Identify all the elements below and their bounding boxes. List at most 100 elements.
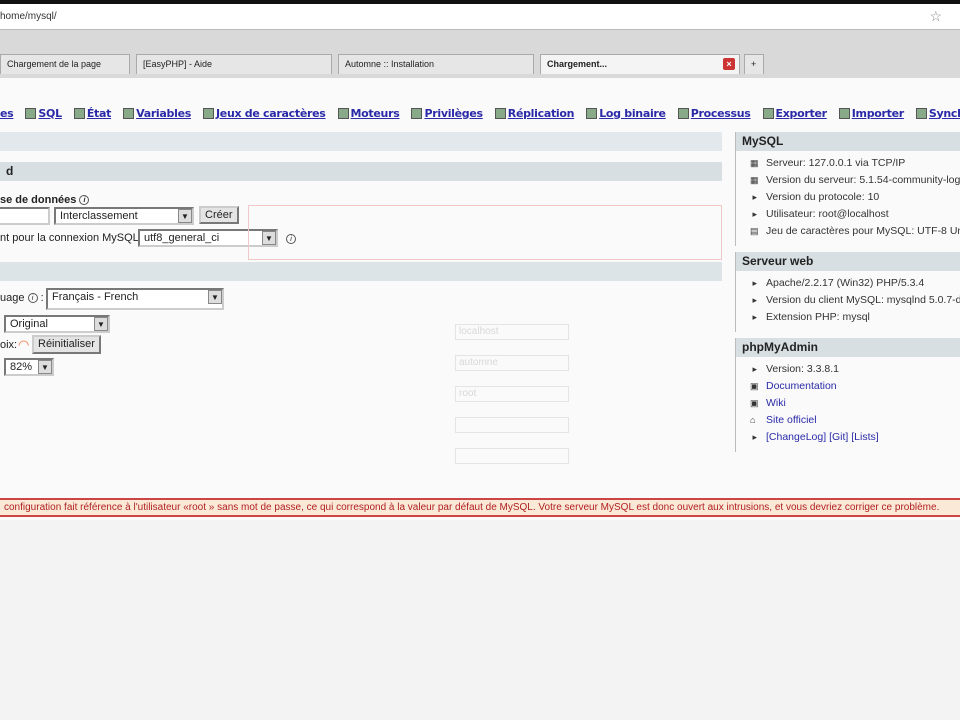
bullet-icon: ▸ xyxy=(750,364,758,374)
nav-processes[interactable]: Processus xyxy=(677,103,751,123)
nav-sql[interactable]: SQL xyxy=(25,103,62,123)
collation-select[interactable]: Interclassement ▼ xyxy=(54,207,194,225)
browser-tab[interactable]: [EasyPHP] - Aide xyxy=(136,54,332,74)
list-item: ▤Jeu de caractères pour MySQL: UTF-8 Uni… xyxy=(750,225,960,237)
changelog-link[interactable]: [ChangeLog] xyxy=(766,431,826,443)
new-db-name-input[interactable] xyxy=(0,207,50,225)
language-select[interactable]: Français - French ▼ xyxy=(46,288,224,310)
webserver-header: Serveur web xyxy=(736,252,960,271)
lists-link[interactable]: [Lists] xyxy=(851,431,878,443)
list-item: ▦ Version du serveur: 5.1.54-community-lo… xyxy=(750,174,960,186)
create-db-label: se de données i xyxy=(0,194,90,206)
wiki-icon: ▣ xyxy=(750,398,759,408)
ghost-user-field: root xyxy=(455,386,569,402)
close-tab-icon[interactable]: × xyxy=(723,58,735,70)
documentation-link[interactable]: Documentation xyxy=(766,380,837,392)
chevron-down-icon: ▼ xyxy=(178,209,192,223)
ghost-dbname-field: automne xyxy=(455,355,569,371)
theme-select[interactable]: Original ▼ xyxy=(4,315,110,333)
list-item: ▣ Wiki xyxy=(750,397,960,414)
top-navigation: es SQL État Variables Jeux de caractères… xyxy=(0,103,960,123)
chevron-down-icon: ▼ xyxy=(38,360,52,374)
create-button[interactable]: Créer xyxy=(199,206,239,224)
list-item: ▸ [ChangeLog] [Git] [Lists] xyxy=(750,431,960,448)
chevron-down-icon: ▼ xyxy=(94,317,108,331)
nav-databases[interactable]: es xyxy=(0,103,14,123)
webserver-box: Serveur web ▸ Apache/2.2.17 (Win32) PHP/5… xyxy=(735,252,960,332)
privileges-icon xyxy=(411,107,423,119)
nav-charsets[interactable]: Jeux de caractères xyxy=(202,103,326,123)
docs-icon: ▣ xyxy=(750,381,759,391)
engines-icon xyxy=(337,107,349,119)
wiki-link[interactable]: Wiki xyxy=(766,397,786,409)
new-tab-button[interactable]: + xyxy=(744,54,764,74)
info-icon: i xyxy=(27,293,38,304)
list-item: ▸ Apache/2.2.17 (Win32) PHP/5.3.4 xyxy=(750,277,925,289)
list-item: ▦ Serveur: 127.0.0.1 via TCP/IP xyxy=(750,157,906,169)
section-header-bar xyxy=(0,132,722,151)
ghost-password-field xyxy=(455,417,569,433)
bullet-icon: ▸ xyxy=(750,278,758,288)
status-icon xyxy=(73,107,85,119)
list-item: ▸ Version: 3.3.8.1 xyxy=(750,363,839,375)
bullet-icon: ▸ xyxy=(750,209,758,219)
sync-icon xyxy=(915,107,927,119)
tab-title: Automne :: Installation xyxy=(345,59,435,69)
nav-privileges[interactable]: Privilèges xyxy=(411,103,483,123)
nav-replication[interactable]: Réplication xyxy=(494,103,574,123)
connection-collation-label: nt pour la connexion MySQL: xyxy=(0,232,142,244)
chevron-down-icon: ▼ xyxy=(208,290,222,304)
nav-status[interactable]: État xyxy=(73,103,111,123)
nav-binlog[interactable]: Log binaire xyxy=(586,103,666,123)
address-bar[interactable]: home/mysql/ ☆ xyxy=(0,4,960,30)
browser-tab[interactable]: Automne :: Installation xyxy=(338,54,534,74)
bullet-icon: ▸ xyxy=(750,432,758,442)
ghost-error-box xyxy=(248,205,722,260)
sql-icon xyxy=(25,107,37,119)
bookmark-star-icon[interactable]: ☆ xyxy=(929,8,942,25)
ghost-host-field: localhost xyxy=(455,324,569,340)
list-item: ▸ Version du protocole: 10 xyxy=(750,191,880,203)
tab-title: Chargement... xyxy=(547,59,608,69)
security-warning: configuration fait référence à l'utilisa… xyxy=(0,498,960,517)
section-header xyxy=(0,262,722,281)
mysql-box: MySQL ▦ Serveur: 127.0.0.1 via TCP/IP ▦ Ve… xyxy=(735,132,960,246)
nav-import[interactable]: Importer xyxy=(838,103,904,123)
official-site-link[interactable]: Site officiel xyxy=(766,414,817,426)
bullet-icon: ▸ xyxy=(750,295,758,305)
nav-engines[interactable]: Moteurs xyxy=(337,103,400,123)
bullet-icon: ▸ xyxy=(750,192,758,202)
export-icon xyxy=(762,107,774,119)
server-icon: ▦ xyxy=(750,158,759,168)
binlog-icon xyxy=(586,107,598,119)
browser-tab[interactable]: Chargement de la page xyxy=(0,54,130,74)
language-label: uage i : xyxy=(0,292,44,304)
color-label: oix: xyxy=(0,339,18,351)
list-item: ▸ Extension PHP: mysql xyxy=(750,311,870,323)
list-item: ⌂ Site officiel xyxy=(750,414,960,431)
git-link[interactable]: [Git] xyxy=(829,431,848,443)
font-size-select[interactable]: 82% ▼ xyxy=(4,358,54,376)
url-text[interactable]: home/mysql/ xyxy=(0,11,57,22)
phpmyadmin-box: phpMyAdmin ▸ Version: 3.3.8.1 ▣ Documentat… xyxy=(735,338,960,452)
rainbow-icon: ◠ xyxy=(18,337,30,352)
server-icon: ▦ xyxy=(750,175,759,185)
variables-icon xyxy=(123,107,135,119)
replication-icon xyxy=(494,107,506,119)
charsets-icon xyxy=(202,107,214,119)
list-item: ▸ Version du client MySQL: mysqlnd 5.0.7-… xyxy=(750,294,960,306)
processes-icon xyxy=(677,107,689,119)
tab-title: Chargement de la page xyxy=(7,59,102,69)
nav-export[interactable]: Exporter xyxy=(762,103,827,123)
nav-variables[interactable]: Variables xyxy=(123,103,191,123)
section-header: d xyxy=(0,162,722,181)
reset-button[interactable]: Réinitialiser xyxy=(32,335,101,354)
mysql-header: MySQL xyxy=(736,132,960,151)
ghost-confirm-field xyxy=(455,448,569,464)
info-panel: MySQL ▦ Serveur: 127.0.0.1 via TCP/IP ▦ Ve… xyxy=(735,132,960,458)
list-item: ▣ Documentation xyxy=(750,380,960,397)
home-icon: ⌂ xyxy=(750,415,756,425)
nav-sync[interactable]: Synchroniser xyxy=(915,103,960,123)
browser-tab-active[interactable]: Chargement... × xyxy=(540,54,740,74)
tab-title: [EasyPHP] - Aide xyxy=(143,59,213,69)
